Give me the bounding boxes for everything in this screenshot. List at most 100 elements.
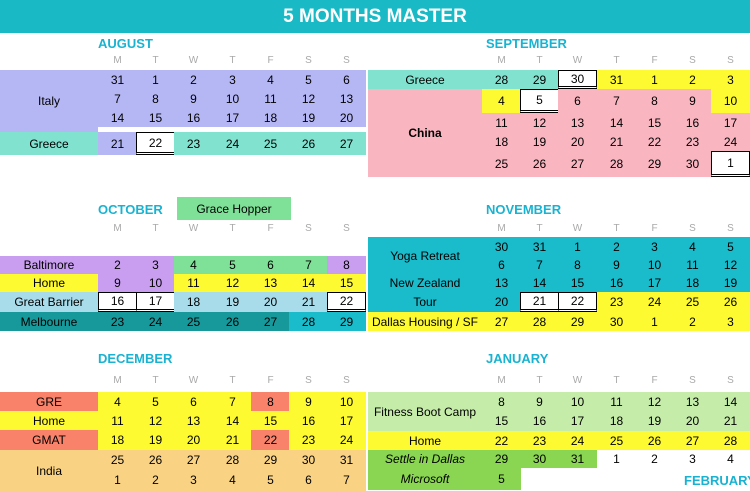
page-title: 5 MONTHS MASTER: [0, 0, 750, 33]
november-day-cell: 21: [520, 292, 559, 312]
melbourne-label: Melbourne: [0, 312, 98, 331]
november-day-cell: 3: [711, 312, 750, 331]
home-label: Home: [0, 274, 98, 292]
september-day-cell: 6: [558, 89, 597, 113]
september-dow-4: F: [651, 55, 658, 66]
october-day-cell: 23: [98, 312, 137, 331]
december-day-cell: 28: [213, 450, 252, 469]
january-dow-3: T: [613, 375, 620, 386]
october-day-cell: 2: [98, 256, 137, 274]
greece-label: Greece: [0, 132, 98, 155]
january-day-cell: 12: [635, 392, 674, 411]
august-day-cell: 6: [327, 70, 366, 89]
august-day-cell: 27: [327, 132, 366, 155]
august-dow-2: W: [188, 55, 199, 66]
november-day-cell: 12: [711, 256, 750, 274]
december-dow-6: S: [343, 375, 350, 386]
november-day-cell: 5: [711, 237, 750, 256]
home-label: Home: [368, 431, 482, 450]
december-day-cell: 27: [174, 450, 213, 469]
november-day-cell: 26: [711, 292, 750, 312]
october-dow-2: W: [188, 223, 199, 234]
september-day-cell: 21: [597, 132, 636, 151]
january-day-cell: 25: [597, 431, 636, 450]
august-day-cell: 14: [98, 108, 137, 127]
october-day-cell: 25: [174, 312, 213, 331]
october-day-cell: 27: [251, 312, 290, 331]
october-day-cell: 10: [136, 274, 175, 292]
october-dow-1: T: [152, 223, 159, 234]
august-day-cell: 3: [213, 70, 252, 89]
september-day-cell: 11: [482, 113, 521, 132]
october-day-cell: 19: [213, 292, 252, 312]
september-day-cell: 16: [673, 113, 712, 132]
november-day-cell: 14: [520, 274, 559, 292]
september-dow-6: S: [727, 55, 734, 66]
november-day-cell: 31: [520, 237, 559, 256]
dallas-housing-label: Dallas Housing / SF: [368, 312, 482, 331]
november-day-cell: 30: [597, 312, 636, 331]
january-day-cell: 14: [711, 392, 750, 411]
january-day-cell: 27: [673, 431, 712, 450]
august-day-cell: 8: [136, 89, 175, 108]
august-day-cell: 21: [98, 132, 137, 155]
january-day-cell: 19: [635, 411, 674, 431]
november-day-cell: 8: [558, 256, 597, 274]
january-day-cell: 20: [673, 411, 712, 431]
december-day-cell: 20: [174, 430, 213, 450]
baltimore-label: Baltimore: [0, 256, 98, 274]
november-day-cell: 18: [673, 274, 712, 292]
september-dow-3: T: [613, 55, 620, 66]
november-day-cell: 3: [635, 237, 674, 256]
great-barrier-label: Great Barrier: [0, 292, 98, 312]
october-day-cell: 4: [174, 256, 213, 274]
december-day-cell: 3: [174, 469, 213, 491]
november-day-cell: 1: [558, 237, 597, 256]
november-day-cell: 25: [673, 292, 712, 312]
december-day-cell: 15: [251, 411, 290, 430]
november-day-cell: 9: [597, 256, 636, 274]
india-label: India: [0, 450, 98, 491]
october-day-cell: 5: [213, 256, 252, 274]
november-dow-3: T: [613, 223, 620, 234]
november-month-name: NOVEMBER: [486, 202, 562, 217]
september-dow-5: S: [689, 55, 696, 66]
august-day-cell: 19: [289, 108, 328, 127]
november-dow-0: M: [497, 223, 506, 234]
november-day-cell: 15: [558, 274, 597, 292]
december-dow-3: T: [229, 375, 236, 386]
january-day-cell: 24: [558, 431, 597, 450]
october-dow-4: F: [267, 223, 274, 234]
september-day-cell: 26: [520, 151, 559, 177]
september-day-cell: 4: [482, 89, 521, 113]
september-day-cell: 14: [597, 113, 636, 132]
february-month-name: FEBRUARY: [684, 473, 750, 488]
august-day-cell: 5: [289, 70, 328, 89]
january-day-cell: 3: [673, 450, 712, 468]
december-day-cell: 9: [289, 392, 328, 411]
august-dow-4: F: [267, 55, 274, 66]
august-day-cell: 2: [174, 70, 213, 89]
december-dow-4: F: [267, 375, 274, 386]
september-day-cell: 23: [673, 132, 712, 151]
august-dow-0: M: [113, 55, 122, 66]
november-day-cell: 11: [673, 256, 712, 274]
december-day-cell: 30: [289, 450, 328, 469]
january-day-cell: 10: [558, 392, 597, 411]
november-day-cell: 13: [482, 274, 521, 292]
december-day-cell: 8: [251, 392, 290, 411]
december-day-cell: 10: [327, 392, 366, 411]
august-day-cell: 18: [251, 108, 290, 127]
november-dow-2: W: [572, 223, 583, 234]
december-day-cell: 25: [98, 450, 137, 469]
november-day-cell: 29: [558, 312, 597, 331]
january-day-cell: 9: [520, 392, 559, 411]
november-dow-1: T: [536, 223, 543, 234]
december-day-cell: 12: [136, 411, 175, 430]
october-day-cell: 26: [213, 312, 252, 331]
january-day-cell: 11: [597, 392, 636, 411]
october-dow-0: M: [113, 223, 122, 234]
october-day-cell: 8: [327, 256, 366, 274]
december-day-cell: 4: [98, 392, 137, 411]
november-day-cell: 10: [635, 256, 674, 274]
